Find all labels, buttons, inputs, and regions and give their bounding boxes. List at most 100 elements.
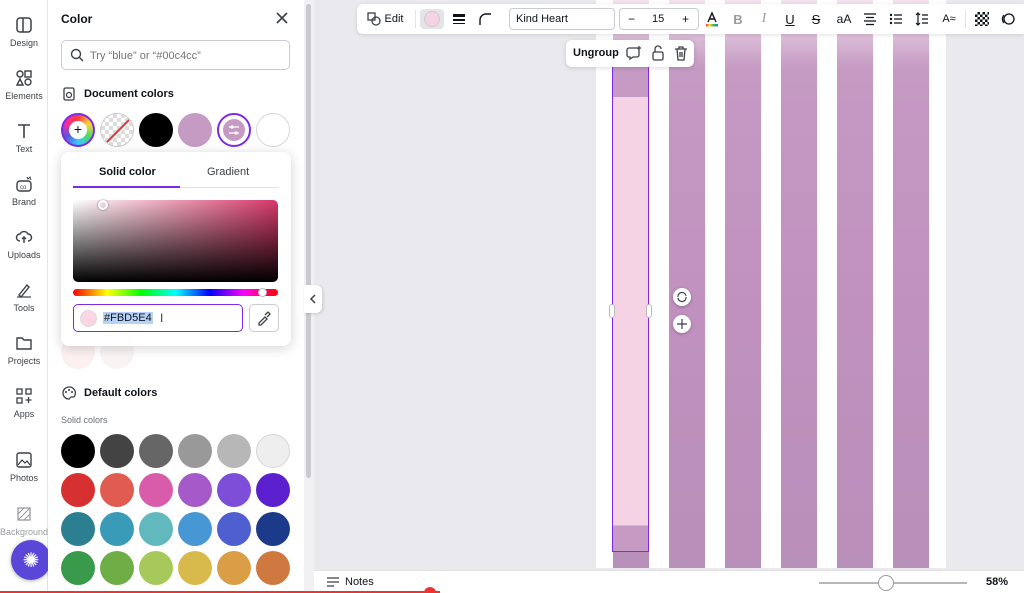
stripe-2[interactable]: [669, 0, 705, 568]
increase-size-button[interactable]: +: [682, 12, 689, 26]
letter-case-icon[interactable]: aA: [833, 9, 855, 29]
solid-color-swatch[interactable]: [100, 551, 134, 585]
magic-assistant-button[interactable]: ✺: [11, 540, 51, 580]
spacing-button[interactable]: [913, 9, 931, 29]
solid-color-swatch[interactable]: [178, 551, 212, 585]
align-center-button[interactable]: [861, 9, 879, 29]
rail-photos[interactable]: Photos: [0, 445, 48, 495]
text-color-button[interactable]: [703, 9, 721, 29]
rotate-icon: [677, 291, 687, 303]
solid-color-swatch[interactable]: [178, 434, 212, 468]
transparent-swatch[interactable]: [100, 113, 134, 147]
collapse-panel-button[interactable]: [304, 285, 322, 313]
svg-text:co: co: [20, 185, 27, 191]
solid-color-swatch[interactable]: [217, 434, 251, 468]
solid-color-swatch[interactable]: [256, 512, 290, 546]
rail-label: Design: [9, 38, 38, 48]
stripe-3[interactable]: [725, 0, 761, 568]
solid-color-swatch[interactable]: [100, 512, 134, 546]
rail-uploads[interactable]: Uploads: [0, 222, 48, 272]
move-button[interactable]: [673, 315, 691, 333]
solid-color-swatch[interactable]: [217, 512, 251, 546]
solid-color-swatch[interactable]: [256, 473, 290, 507]
hue-slider[interactable]: [73, 289, 278, 296]
stripe-6[interactable]: [893, 0, 929, 568]
search-input[interactable]: [90, 46, 280, 66]
font-size-stepper: − 15 +: [619, 8, 699, 30]
rail-apps[interactable]: Apps: [0, 381, 48, 431]
solid-color-swatch[interactable]: [139, 473, 173, 507]
lock-icon[interactable]: [650, 45, 666, 61]
hex-input[interactable]: #FBD5E4 I: [73, 304, 243, 332]
tab-solid-color[interactable]: Solid color: [99, 166, 156, 178]
underline-icon[interactable]: U: [781, 9, 799, 29]
rail-tools[interactable]: Tools: [0, 275, 48, 325]
current-color-chip: [80, 310, 97, 327]
comment-add-icon[interactable]: [626, 45, 642, 61]
palette-doc-icon: [63, 87, 75, 101]
solid-color-swatch[interactable]: [139, 512, 173, 546]
italic-icon[interactable]: I: [755, 9, 773, 29]
solid-color-swatch[interactable]: [61, 473, 95, 507]
decrease-size-button[interactable]: −: [628, 12, 635, 26]
resize-handle-right[interactable]: [646, 304, 652, 318]
solid-color-swatch[interactable]: [61, 434, 95, 468]
tab-gradient[interactable]: Gradient: [207, 166, 249, 178]
solid-color-swatch[interactable]: [100, 434, 134, 468]
zoom-slider-knob[interactable]: [878, 575, 894, 591]
saturation-value-area[interactable]: [73, 200, 278, 282]
add-color-button[interactable]: +: [61, 113, 95, 147]
notes-label: Notes: [345, 576, 374, 588]
selected-stripe[interactable]: [612, 40, 649, 552]
rail-brand[interactable]: co Brand: [0, 169, 48, 219]
hex-value[interactable]: #FBD5E4: [103, 312, 153, 324]
rail-design[interactable]: Design: [0, 10, 48, 60]
solid-color-swatch[interactable]: [100, 473, 134, 507]
notes-button[interactable]: Notes: [326, 576, 374, 588]
scrollbar-thumb[interactable]: [306, 4, 311, 478]
rail-text[interactable]: Text: [0, 116, 48, 166]
document-color-swatch[interactable]: [256, 113, 290, 147]
hue-handle[interactable]: [258, 288, 267, 297]
solid-color-swatch[interactable]: [256, 551, 290, 585]
edit-button[interactable]: Edit: [363, 9, 407, 29]
resize-handle-left[interactable]: [609, 304, 615, 318]
corner-rounding-button[interactable]: [475, 9, 495, 29]
rotate-button[interactable]: [673, 288, 691, 306]
saturation-handle[interactable]: [98, 200, 108, 210]
bold-icon[interactable]: B: [729, 9, 747, 29]
solid-color-swatch[interactable]: [178, 512, 212, 546]
ungroup-button[interactable]: Ungroup: [573, 47, 619, 59]
document-color-swatch[interactable]: [139, 113, 173, 147]
rail-elements[interactable]: Elements: [0, 63, 48, 113]
rail-projects[interactable]: Projects: [0, 328, 48, 378]
effects-button[interactable]: A≈: [939, 9, 959, 29]
solid-color-swatch[interactable]: [178, 473, 212, 507]
edit-color-swatch[interactable]: [217, 113, 251, 147]
document-color-swatch[interactable]: [178, 113, 212, 147]
animate-button[interactable]: [999, 9, 1017, 29]
font-size-value[interactable]: 15: [652, 13, 664, 25]
solid-color-swatch[interactable]: [139, 551, 173, 585]
trash-icon[interactable]: [673, 45, 689, 61]
solid-color-swatch[interactable]: [61, 512, 95, 546]
document-colors-heading: Document colors: [61, 86, 174, 102]
shapes-edit-icon: [366, 12, 381, 26]
list-button[interactable]: [887, 9, 905, 29]
eyedropper-button[interactable]: [249, 304, 279, 332]
color-search[interactable]: [61, 40, 290, 70]
solid-color-swatch[interactable]: [217, 551, 251, 585]
solid-color-swatch[interactable]: [256, 434, 290, 468]
close-icon[interactable]: [274, 10, 290, 26]
zoom-level[interactable]: 58%: [986, 576, 1008, 588]
fill-color-button[interactable]: [420, 9, 444, 29]
font-family-select[interactable]: Kind Heart: [509, 8, 615, 30]
stripe-5[interactable]: [837, 0, 873, 568]
border-style-button[interactable]: [449, 9, 469, 29]
transparency-button[interactable]: [973, 9, 991, 29]
solid-color-swatch[interactable]: [217, 473, 251, 507]
solid-color-swatch[interactable]: [61, 551, 95, 585]
solid-color-swatch[interactable]: [139, 434, 173, 468]
stripe-4[interactable]: [781, 0, 817, 568]
strikethrough-icon[interactable]: S: [807, 9, 825, 29]
